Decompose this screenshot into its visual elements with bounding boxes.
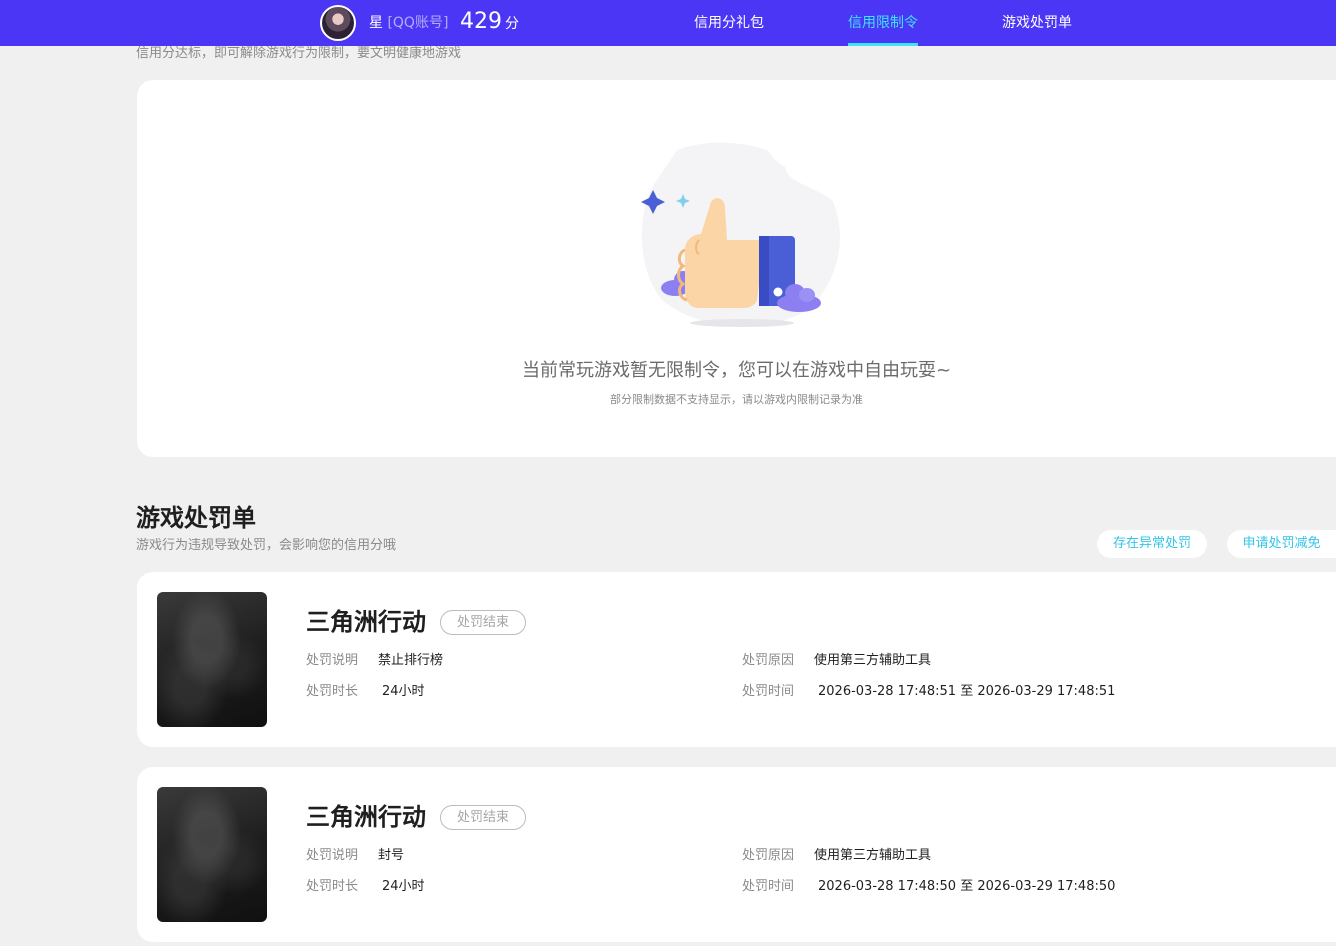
account-type: [QQ账号]	[387, 15, 449, 31]
section-title-penalty: 游戏处罚单	[136, 504, 256, 532]
reason-label: 处罚原因	[742, 848, 795, 863]
duration-value: 24小时	[382, 879, 425, 894]
tab-game-penalty[interactable]: 游戏处罚单	[1002, 13, 1072, 33]
description-label: 处罚说明	[306, 653, 359, 668]
penalty-card: 三角洲行动 处罚结束 处罚说明 封号 处罚时长 24小时 处罚原因 使用第三方辅…	[137, 767, 1336, 942]
time-value: 2026-03-28 17:48:51 至 2026-03-29 17:48:5…	[818, 684, 1116, 699]
apply-reduction-button[interactable]: 申请处罚减免	[1227, 530, 1336, 558]
time-label: 处罚时间	[742, 684, 795, 699]
description-label: 处罚说明	[306, 848, 359, 863]
thumbs-up-icon	[641, 142, 840, 327]
game-name: 三角洲行动	[306, 608, 426, 636]
abnormal-penalty-button[interactable]: 存在异常处罚	[1097, 530, 1207, 558]
duration-value: 24小时	[382, 684, 425, 699]
active-tab-indicator	[848, 43, 918, 46]
reason-label: 处罚原因	[742, 653, 795, 668]
tab-credit-restriction[interactable]: 信用限制令	[848, 13, 918, 33]
user-avatar[interactable]	[320, 5, 356, 41]
duration-label: 处罚时长	[306, 684, 359, 699]
status-badge: 处罚结束	[440, 610, 526, 635]
penalty-card: 三角洲行动 处罚结束 处罚说明 禁止排行榜 处罚时长 24小时 处罚原因 使用第…	[137, 572, 1336, 747]
credit-score-value: 429	[460, 9, 502, 34]
top-navigation-bar: 星 [QQ账号] 429 分 信用分礼包 信用限制令 游戏处罚单	[0, 0, 1336, 46]
credit-score: 429 分	[460, 7, 519, 39]
restriction-empty-card: 当前常玩游戏暂无限制令，您可以在游戏中自由玩耍~ 部分限制数据不支持显示，请以游…	[137, 80, 1336, 457]
description-value: 禁止排行榜	[378, 653, 444, 668]
status-badge: 处罚结束	[440, 805, 526, 830]
game-cover-image	[157, 787, 267, 922]
description-value: 封号	[378, 848, 405, 863]
time-value: 2026-03-28 17:48:50 至 2026-03-29 17:48:5…	[818, 879, 1116, 894]
restriction-subtitle: 信用分达标，即可解除游戏行为限制，要文明健康地游戏	[136, 46, 462, 61]
reason-value: 使用第三方辅助工具	[814, 848, 932, 863]
user-name: 星	[369, 15, 383, 31]
credit-score-unit: 分	[505, 16, 519, 32]
section-subtitle-penalty: 游戏行为违规导致处罚，会影响您的信用分哦	[136, 538, 397, 553]
empty-state-note: 部分限制数据不支持显示，请以游戏内限制记录为准	[610, 393, 863, 406]
game-name: 三角洲行动	[306, 803, 426, 831]
reason-value: 使用第三方辅助工具	[814, 653, 932, 668]
game-cover-image	[157, 592, 267, 727]
duration-label: 处罚时长	[306, 879, 359, 894]
tab-credit-gift[interactable]: 信用分礼包	[694, 13, 764, 33]
user-name-block: 星 [QQ账号]	[369, 13, 448, 33]
empty-state-message: 当前常玩游戏暂无限制令，您可以在游戏中自由玩耍~	[521, 360, 952, 381]
time-label: 处罚时间	[742, 879, 795, 894]
